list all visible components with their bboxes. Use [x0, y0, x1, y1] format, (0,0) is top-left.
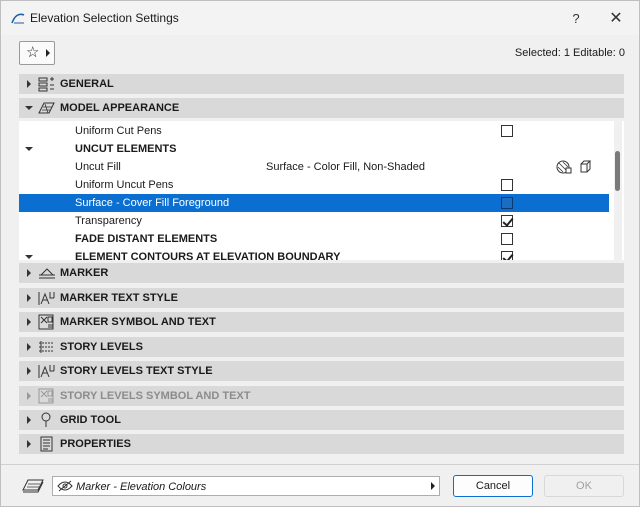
star-icon: ☆: [26, 44, 40, 61]
symbol-text-icon: [38, 314, 54, 330]
model-appearance-content: Uniform Cut Pens UNCUT ELEMENTS Uncut Fi…: [19, 121, 624, 260]
panel-label: MARKER SYMBOL AND TEXT: [60, 316, 216, 328]
panel-story-levels-text-style[interactable]: STORY LEVELS TEXT STYLE: [19, 361, 624, 381]
setting-row-fade-distant-elements[interactable]: FADE DISTANT ELEMENTS: [19, 230, 609, 248]
expand-triangle-icon: [27, 318, 31, 326]
setting-name: Surface - Cover Fill Foreground: [75, 197, 230, 209]
checkbox[interactable]: [501, 197, 513, 209]
graphic-override-icon: [22, 479, 44, 493]
chevron-right-icon: [46, 49, 50, 57]
footer-divider: [1, 464, 639, 465]
panel-label: STORY LEVELS SYMBOL AND TEXT: [60, 390, 251, 402]
expand-triangle-icon: [27, 367, 31, 375]
model-appearance-icon: [38, 102, 55, 114]
symbol-text-icon: [38, 388, 54, 404]
panel-story-levels-symbol-and-text: STORY LEVELS SYMBOL AND TEXT: [19, 386, 624, 406]
checkbox[interactable]: [501, 125, 513, 137]
setting-name: Transparency: [75, 215, 142, 227]
panel-label: MODEL APPEARANCE: [60, 102, 180, 114]
eye-crossed-icon: [57, 480, 73, 492]
setting-name: Uniform Cut Pens: [75, 125, 162, 137]
section-element-contours[interactable]: ELEMENT CONTOURS AT ELEVATION BOUNDARY: [19, 248, 609, 260]
expand-triangle-icon: [27, 294, 31, 302]
expand-triangle-icon: [27, 269, 31, 277]
text-style-icon: [38, 292, 55, 305]
setting-name: Uniform Uncut Pens: [75, 179, 174, 191]
text-style-icon: [38, 365, 55, 378]
collapse-triangle-icon: [25, 106, 33, 110]
panel-model-appearance[interactable]: MODEL APPEARANCE: [19, 98, 624, 118]
panel-marker[interactable]: MARKER: [19, 263, 624, 283]
panel-label: GENERAL: [60, 78, 114, 90]
scrollbar-thumb[interactable]: [615, 151, 620, 191]
collapse-triangle-icon: [25, 255, 33, 259]
selection-info: Selected: 1 Editable: 0: [514, 47, 625, 59]
setting-name: FADE DISTANT ELEMENTS: [75, 233, 218, 245]
vertical-scrollbar[interactable]: [614, 121, 622, 260]
dialog-window: Elevation Selection Settings ? ✕ ☆ Selec…: [0, 0, 640, 507]
override-rule-name: Marker - Elevation Colours: [76, 481, 207, 493]
setting-row-cover-fill-foreground[interactable]: Surface - Cover Fill Foreground: [19, 194, 609, 212]
story-levels-icon: [39, 341, 54, 353]
title-bar: Elevation Selection Settings ? ✕: [1, 1, 639, 35]
section-name: UNCUT ELEMENTS: [75, 143, 177, 155]
collapse-triangle-icon: [25, 147, 33, 151]
setting-row-uniform-cut-pens[interactable]: Uniform Cut Pens: [19, 122, 609, 140]
panel-grid-tool[interactable]: GRID TOOL: [19, 410, 624, 430]
expand-triangle-icon: [27, 343, 31, 351]
panel-label: MARKER TEXT STYLE: [60, 292, 178, 304]
setting-value: Surface - Color Fill, Non-Shaded: [266, 161, 425, 173]
panel-marker-text-style[interactable]: MARKER TEXT STYLE: [19, 288, 624, 308]
setting-row-transparency[interactable]: Transparency: [19, 212, 609, 230]
expand-triangle-icon: [27, 440, 31, 448]
chevron-right-icon: [431, 482, 435, 490]
help-button[interactable]: ?: [566, 9, 586, 29]
panel-label: STORY LEVELS TEXT STYLE: [60, 365, 213, 377]
checkbox[interactable]: [501, 233, 513, 245]
checkbox-checked[interactable]: [501, 251, 513, 260]
expand-triangle-icon: [27, 392, 31, 400]
graphic-override-dropdown[interactable]: Marker - Elevation Colours: [52, 476, 440, 496]
grid-tool-icon: [41, 412, 51, 427]
checkbox[interactable]: [501, 179, 513, 191]
panel-properties[interactable]: PROPERTIES: [19, 434, 624, 454]
section-name: ELEMENT CONTOURS AT ELEVATION BOUNDARY: [75, 251, 341, 260]
properties-icon: [40, 436, 53, 452]
cancel-button[interactable]: Cancel: [453, 475, 533, 497]
panel-marker-symbol-and-text[interactable]: MARKER SYMBOL AND TEXT: [19, 312, 624, 332]
marker-icon: [39, 268, 55, 279]
expand-triangle-icon: [27, 80, 31, 88]
expand-triangle-icon: [27, 416, 31, 424]
panel-label: GRID TOOL: [60, 414, 121, 426]
ok-button[interactable]: OK: [544, 475, 624, 497]
panel-general[interactable]: GENERAL: [19, 74, 624, 94]
window-title: Elevation Selection Settings: [30, 11, 179, 25]
checkbox-checked[interactable]: [501, 215, 513, 227]
section-uncut-elements[interactable]: UNCUT ELEMENTS: [19, 140, 609, 158]
fill-settings-icon[interactable]: [556, 159, 596, 175]
panel-label: MARKER: [60, 267, 109, 279]
close-button[interactable]: ✕: [605, 9, 627, 29]
setting-name: Uncut Fill: [75, 161, 121, 173]
favorites-button[interactable]: ☆: [19, 41, 55, 65]
panel-label: PROPERTIES: [60, 438, 131, 450]
panel-label: STORY LEVELS: [60, 341, 143, 353]
archicad-app-icon: [11, 13, 25, 24]
panel-story-levels[interactable]: STORY LEVELS: [19, 337, 624, 357]
setting-row-uncut-fill[interactable]: Uncut Fill Surface - Color Fill, Non-Sha…: [19, 158, 609, 176]
setting-row-uniform-uncut-pens[interactable]: Uniform Uncut Pens: [19, 176, 609, 194]
general-settings-icon: [38, 77, 54, 92]
